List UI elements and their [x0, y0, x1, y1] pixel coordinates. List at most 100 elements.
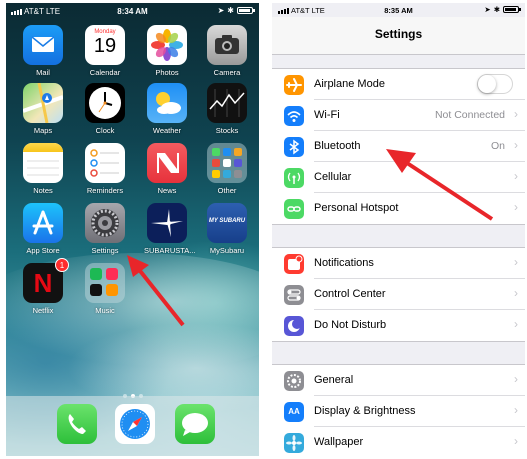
chevron-right-icon: › — [514, 138, 518, 152]
row-label: Bluetooth — [314, 140, 361, 152]
wifi-icon — [284, 106, 304, 126]
phone-icon — [57, 404, 97, 444]
chevron-right-icon: › — [514, 107, 518, 121]
battery-icon — [237, 7, 255, 14]
app-app-store[interactable]: App Store — [20, 203, 66, 255]
settings-row-general[interactable]: General › — [272, 365, 525, 396]
airplane-icon — [284, 75, 304, 95]
app-folder-other[interactable]: Other — [204, 143, 250, 195]
wallpaper-icon — [284, 433, 304, 453]
bluetooth-icon — [284, 137, 304, 157]
settings-row-personal-hotspot[interactable]: Personal Hotspot › — [272, 193, 525, 224]
mail-icon — [23, 25, 63, 65]
app-label: App Store — [26, 246, 60, 255]
row-label: Personal Hotspot — [314, 202, 399, 214]
settings-row-notifications[interactable]: Notifications › — [272, 248, 525, 279]
app-calendar[interactable]: Monday 19 Calendar — [82, 25, 128, 77]
mysubaru-logo-text: MY SUBARU — [208, 218, 246, 224]
dock-safari[interactable] — [112, 404, 158, 444]
app-news[interactable]: News — [144, 143, 190, 195]
settings-row-display-brightness[interactable]: AA Display & Brightness › — [272, 396, 525, 427]
weather-icon — [147, 83, 187, 123]
maps-icon — [23, 83, 63, 123]
app-stocks[interactable]: Stocks — [204, 83, 250, 135]
app-label: Calendar — [89, 68, 121, 77]
chevron-right-icon: › — [514, 255, 518, 269]
settings-row-control-center[interactable]: Control Center › — [272, 279, 525, 310]
gear-icon — [284, 371, 304, 391]
display-icon-text: AA — [288, 407, 300, 416]
navigation-bar: Settings — [272, 17, 525, 55]
settings-row-wifi[interactable]: Wi-Fi Not Connected › — [272, 100, 525, 131]
row-label: Do Not Disturb — [314, 319, 387, 331]
safari-icon — [115, 404, 155, 444]
status-bar: AT&T LTE 8:35 AM ➤ ✱ — [272, 3, 525, 17]
app-mail[interactable]: Mail — [20, 25, 66, 77]
app-weather[interactable]: Weather — [144, 83, 190, 135]
settings-group-connectivity: Airplane Mode Wi-Fi Not Connected › Blue… — [272, 68, 525, 225]
settings-row-wallpaper[interactable]: Wallpaper › — [272, 427, 525, 456]
app-store-icon — [23, 203, 63, 243]
app-clock[interactable]: Clock — [82, 83, 128, 135]
status-indicators: ➤ ✱ — [217, 6, 255, 15]
app-label: Maps — [33, 126, 53, 135]
app-mysubaru[interactable]: MY SUBARU MySubaru — [204, 203, 250, 255]
app-label: Other — [217, 186, 237, 195]
calendar-icon: Monday 19 — [85, 25, 125, 65]
app-camera[interactable]: Camera — [204, 25, 250, 77]
mysubaru-icon: MY SUBARU — [207, 203, 247, 243]
app-settings[interactable]: Settings — [82, 203, 128, 255]
row-label: Cellular — [314, 171, 352, 183]
settings-row-bluetooth[interactable]: Bluetooth On › — [272, 131, 525, 162]
location-arrow-icon: ➤ — [217, 6, 225, 15]
dock-phone[interactable] — [54, 404, 100, 444]
bluetooth-status-icon: ✱ — [227, 6, 234, 15]
chevron-right-icon: › — [514, 200, 518, 214]
page-title: Settings — [374, 27, 423, 41]
reminders-icon — [85, 143, 125, 183]
settings-group-general: General › AA Display & Brightness › Wall… — [272, 364, 525, 456]
app-label: Notes — [33, 186, 53, 195]
settings-screen: AT&T LTE 8:35 AM ➤ ✱ Settings Airplane M… — [272, 3, 525, 456]
location-arrow-icon: ➤ — [484, 5, 491, 14]
row-label: Control Center — [314, 288, 386, 300]
chevron-right-icon: › — [514, 372, 518, 386]
airplane-mode-toggle[interactable] — [477, 74, 513, 94]
row-label: Notifications — [314, 257, 374, 269]
display-icon: AA — [284, 402, 304, 422]
app-netflix[interactable]: 1 N Netflix — [20, 258, 69, 315]
app-music-folder[interactable]: Music — [82, 263, 128, 315]
settings-row-airplane-mode[interactable]: Airplane Mode — [272, 69, 525, 100]
dock-messages[interactable] — [172, 404, 218, 444]
app-label: Mail — [36, 68, 50, 77]
chevron-right-icon: › — [514, 434, 518, 448]
row-label: General — [314, 374, 354, 386]
settings-gear-icon — [85, 203, 125, 243]
hotspot-icon — [284, 199, 304, 219]
camera-icon — [207, 25, 247, 65]
app-label: Camera — [213, 68, 241, 77]
settings-row-cellular[interactable]: Cellular › — [272, 162, 525, 193]
cellular-icon — [284, 168, 304, 188]
app-label: Netflix — [32, 306, 54, 315]
app-label: News — [157, 186, 177, 195]
app-label: MySubaru — [209, 246, 245, 255]
calendar-day: 19 — [93, 35, 117, 57]
row-value: On — [490, 140, 505, 152]
app-reminders[interactable]: Reminders — [82, 143, 128, 195]
chevron-right-icon: › — [514, 169, 518, 183]
notification-badge: 1 — [55, 258, 69, 272]
subaru-starlink-icon — [147, 203, 187, 243]
bluetooth-status-icon: ✱ — [493, 5, 500, 14]
app-notes[interactable]: Notes — [20, 143, 66, 195]
row-value: Not Connected — [434, 109, 505, 121]
app-subaru-starlink[interactable]: SUBARUSTA... — [144, 203, 196, 255]
app-label: Photos — [155, 68, 179, 77]
app-label: Reminders — [86, 186, 124, 195]
app-label: Weather — [152, 126, 182, 135]
notes-icon — [23, 143, 63, 183]
app-maps[interactable]: Maps — [20, 83, 66, 135]
settings-row-do-not-disturb[interactable]: Do Not Disturb › — [272, 310, 525, 341]
app-photos[interactable]: Photos — [144, 25, 190, 77]
status-indicators: ➤ ✱ — [484, 5, 521, 14]
